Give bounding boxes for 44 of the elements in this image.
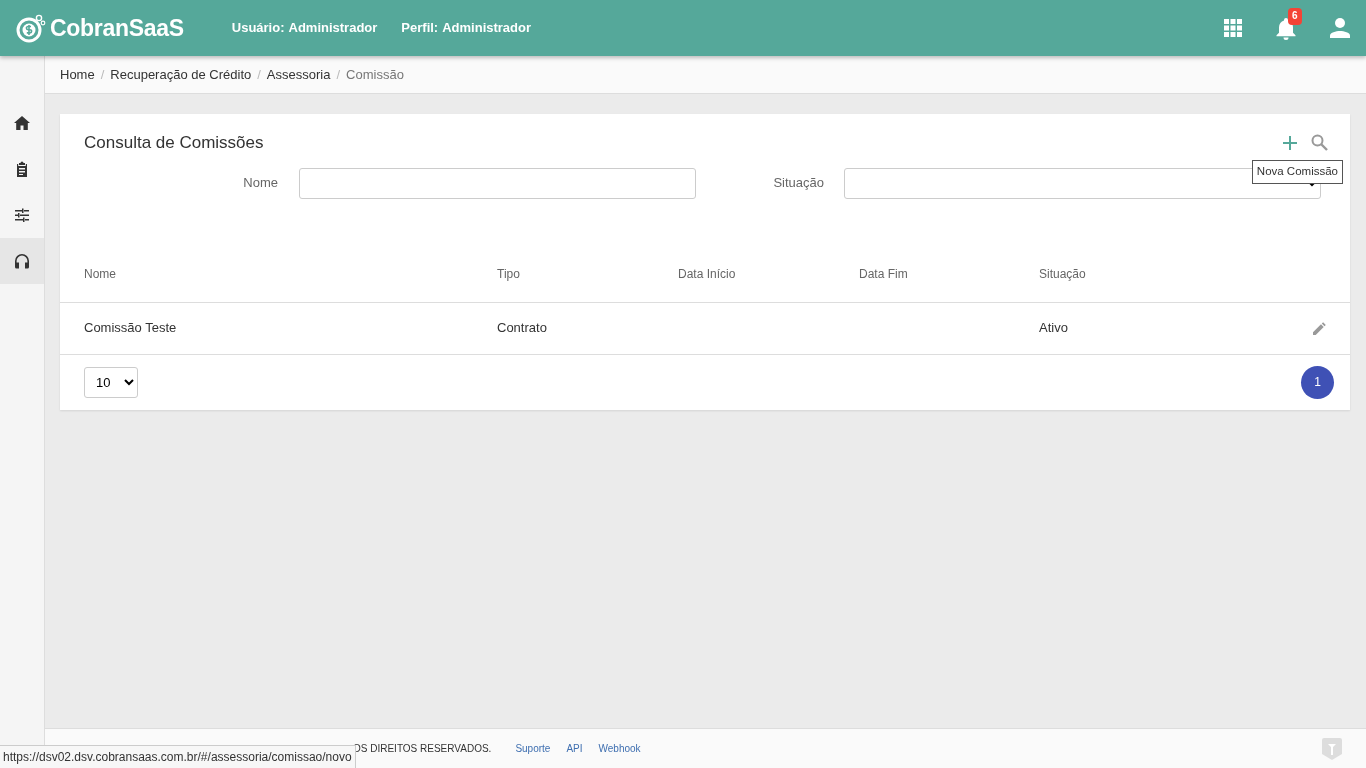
profile-name: Administrador [442, 19, 532, 38]
profile-label: Perfil: [401, 19, 439, 38]
logo-icon [16, 13, 46, 43]
notification-count[interactable]: 6 [1288, 7, 1302, 25]
breadcrumb-item: Comissão [346, 65, 404, 84]
column-header: Nome [84, 266, 117, 283]
status-url: https://dsv02.dsv.cobransaas.com.br/#/assessoria/comissao/novo [0, 745, 356, 768]
user-label: Usuário: [231, 19, 285, 38]
column-header: Data Fim [859, 266, 909, 283]
table-cell-text: Ativo [1039, 319, 1069, 338]
column-header: Situação [1039, 266, 1087, 283]
breadcrumb-item[interactable]: Home [60, 64, 95, 85]
headphones-icon [14, 253, 30, 269]
clipboard-icon [14, 161, 30, 177]
breadcrumb-separator: / [257, 65, 261, 84]
page-size-select[interactable]: 10 [84, 366, 138, 398]
table-cell-text: Comissão Teste [84, 319, 178, 338]
sliders-icon [14, 207, 30, 223]
filter-label: Situação [772, 174, 824, 193]
page-button[interactable]: 1 [1301, 365, 1334, 399]
user-name: Administrador [288, 19, 378, 38]
filter-label: Nome [242, 174, 278, 193]
logo-text: CobranSaaS [50, 13, 184, 43]
column-header: Data Início [678, 266, 737, 283]
footer-link[interactable]: Webhook [598, 741, 641, 756]
column-header: Tipo [497, 266, 521, 283]
breadcrumb-separator: / [336, 65, 341, 84]
breadcrumb-item[interactable]: Recuperação de Crédito [110, 64, 252, 85]
footer-link[interactable]: Suporte [515, 741, 551, 756]
breadcrumb-separator: / [100, 65, 105, 84]
footer-link[interactable]: API [566, 741, 583, 756]
shield-icon [1322, 737, 1342, 760]
add-icon[interactable] [1283, 135, 1297, 150]
apps-grid-icon[interactable] [1224, 19, 1242, 37]
user-icon[interactable] [1330, 18, 1350, 38]
edit-icon[interactable] [1313, 322, 1326, 336]
tooltip: Nova Comissão [1251, 160, 1343, 184]
sidebar-item[interactable] [0, 238, 44, 284]
text-field[interactable] [299, 167, 696, 199]
home-icon [14, 115, 30, 131]
search-icon[interactable] [1311, 134, 1328, 152]
panel-title: Consulta de Comissões [84, 132, 264, 154]
table-cell-text: Contrato [497, 319, 548, 338]
breadcrumb-item[interactable]: Assessoria [266, 64, 331, 85]
